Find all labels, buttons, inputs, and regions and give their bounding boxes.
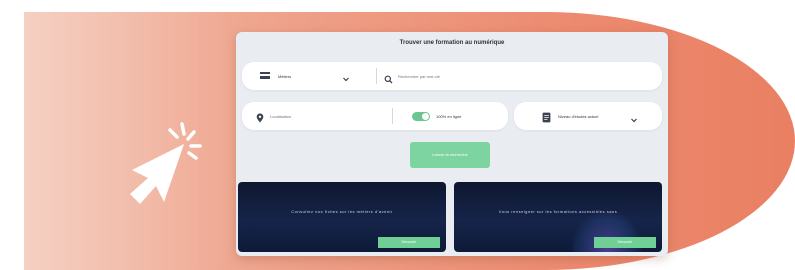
search-bar[interactable]: Métiers Rechercher par mot-clé [242, 62, 662, 90]
search-icon [384, 71, 393, 89]
card-metiers[interactable]: Consultez nos fiches sur les métiers d'a… [238, 182, 446, 252]
card-formations[interactable]: Vous renseigner sur les formations acces… [454, 182, 662, 252]
online-toggle-label: 100% en ligne [436, 114, 462, 119]
location-bar[interactable]: Localisation 100% en ligne [242, 102, 508, 130]
pointer-click-icon [120, 118, 220, 218]
location-input[interactable]: Localisation [270, 114, 291, 119]
chevron-down-icon[interactable] [342, 70, 350, 88]
search-input[interactable]: Rechercher par mot-clé [398, 74, 440, 79]
card-discover-button[interactable]: Découvrir [594, 237, 656, 248]
online-toggle[interactable] [412, 112, 430, 121]
search-divider [376, 68, 377, 84]
filter-label[interactable]: Métiers [278, 74, 291, 79]
search-button[interactable]: Lancer la recherche [410, 142, 490, 168]
chevron-down-icon[interactable] [630, 111, 638, 129]
card-discover-button[interactable]: Découvrir [378, 237, 440, 248]
level-select[interactable]: Niveau d'études actuel [514, 102, 662, 130]
location-divider [392, 108, 393, 124]
level-select-label: Niveau d'études actuel [558, 114, 599, 119]
app-screenshot: Trouver une formation au numérique Métie… [236, 32, 668, 256]
grid-icon [260, 72, 270, 79]
document-icon [542, 110, 551, 128]
card-title: Consultez nos fiches sur les métiers d'a… [291, 209, 393, 214]
card-title: Vous renseigner sur les formations acces… [498, 209, 618, 214]
screen-title: Trouver une formation au numérique [399, 40, 505, 46]
location-pin-icon [256, 110, 264, 128]
